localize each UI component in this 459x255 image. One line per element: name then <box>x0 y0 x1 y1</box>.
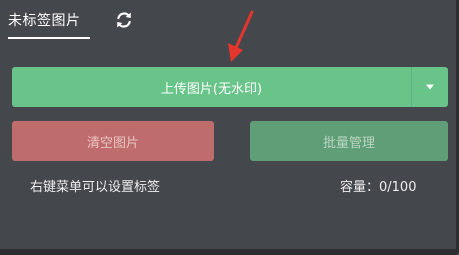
active-tab-underline <box>8 37 90 39</box>
tab-untagged-images[interactable]: 未标签图片 <box>8 10 81 30</box>
caret-down-icon <box>426 84 434 90</box>
image-panel: 未标签图片 上传图片(无水印) 清空图片 批量管理 右键菜单可以设置标签 容量：… <box>0 0 459 255</box>
clear-images-button[interactable]: 清空图片 <box>12 121 214 161</box>
upload-dropdown-toggle[interactable] <box>412 67 448 107</box>
upload-button-group: 上传图片(无水印) <box>12 67 448 107</box>
batch-manage-button[interactable]: 批量管理 <box>250 121 448 161</box>
context-menu-hint: 右键菜单可以设置标签 <box>30 180 161 195</box>
upload-image-button[interactable]: 上传图片(无水印) <box>12 67 411 107</box>
red-arrow-annotation <box>222 10 258 64</box>
capacity-indicator: 容量：0/100 <box>340 180 417 195</box>
refresh-icon[interactable] <box>114 10 134 30</box>
